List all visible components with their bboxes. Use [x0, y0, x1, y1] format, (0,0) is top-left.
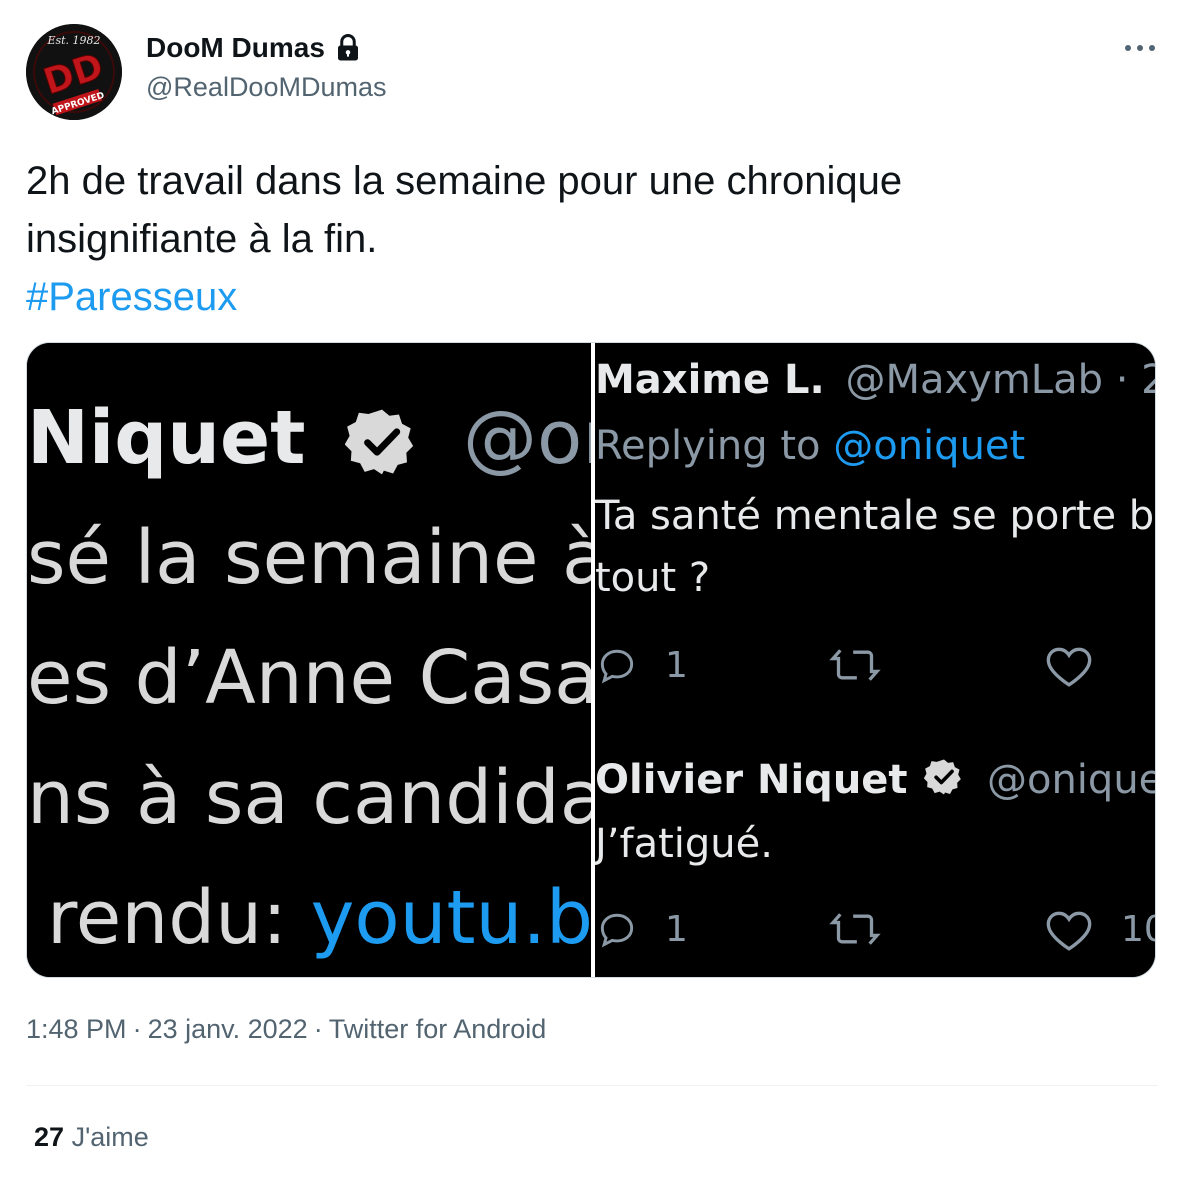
verified-badge-icon — [345, 410, 414, 475]
heart-icon — [1046, 911, 1092, 951]
reply2-name: Olivier Niquet — [595, 757, 908, 803]
tweet-date[interactable]: 23 janv. 2022 — [148, 1014, 308, 1044]
media-image-right[interactable]: Maxime L. @MaxymLab · 2h Replying to @on… — [595, 343, 1156, 977]
reply2-handle: @oniquet · — [986, 757, 1155, 803]
meta-separator: · — [132, 1014, 142, 1044]
retweet-icon — [829, 913, 881, 945]
avatar-text-top: Est. 1982 — [46, 34, 100, 47]
verified-badge-icon — [924, 759, 962, 795]
meta-separator: · — [313, 1014, 323, 1044]
author-handle[interactable]: @RealDooMDumas — [146, 72, 386, 103]
lock-icon — [337, 34, 358, 61]
avatar[interactable]: Est. 1982 DD APPROVED — [26, 24, 122, 120]
reply2-reply-count: 1 — [665, 909, 688, 950]
reply2-text: J’fatigué. — [595, 821, 773, 867]
more-button[interactable] — [1118, 30, 1162, 66]
screenshot-line-1: sé la semaine à — [27, 515, 591, 601]
heart-icon — [1046, 647, 1092, 687]
avatar-logo-icon: Est. 1982 DD APPROVED — [26, 24, 122, 120]
reply2-like-count: 10 — [1121, 909, 1155, 950]
tweet-time[interactable]: 1:48 PM — [26, 1014, 127, 1044]
reply-icon — [600, 649, 634, 684]
retweet-icon — [829, 649, 881, 681]
reply1-replying-prefix: Replying to — [595, 423, 834, 469]
tweet-text-line-1: 2h de travail dans la semaine pour une c… — [26, 159, 903, 203]
tweet-text: 2h de travail dans la semaine pour une c… — [26, 152, 1146, 326]
likes-count: 27 — [34, 1122, 65, 1152]
screenshot-line-4-prefix: rendu: — [47, 875, 311, 961]
author-name[interactable]: DooM Dumas — [146, 32, 363, 64]
screenshot-line-3: ns à sa candida — [27, 755, 591, 841]
reply-icon — [600, 913, 634, 948]
reply1-reply-count: 1 — [665, 645, 688, 686]
more-icon — [1125, 45, 1155, 51]
reply1-replying-handle: @oniquet — [833, 423, 1026, 469]
tweet-meta: 1:48 PM · 23 janv. 2022 · Twitter for Androi… — [26, 1014, 546, 1045]
likes-label: J'aime — [71, 1122, 149, 1152]
media-image-left[interactable]: Niquet @on sé la semaine à es d’Anne Cas… — [27, 343, 591, 977]
author-name-text: DooM Dumas — [146, 32, 325, 63]
screenshot-name-fragment: Niquet — [27, 395, 306, 481]
divider — [26, 1085, 1158, 1086]
tweet: Est. 1982 DD APPROVED DooM Dumas @RealDo… — [0, 0, 1188, 1184]
reply1-name: Maxime L. — [595, 357, 825, 403]
screenshot-line-2: es d’Anne Casa — [27, 635, 591, 721]
tweet-text-line-2: insignifiante à la fin. — [26, 217, 378, 261]
tweet-source[interactable]: Twitter for Android — [329, 1014, 547, 1044]
tweet-media[interactable]: Niquet @on sé la semaine à es d’Anne Cas… — [26, 342, 1156, 978]
screenshot-link: youtu.b — [310, 875, 591, 961]
hashtag-link[interactable]: #Paresseux — [26, 268, 1146, 326]
reply1-text-line-2: tout ? — [595, 555, 711, 601]
screenshot-handle-fragment: @on — [463, 395, 591, 481]
likes-count-link[interactable]: 27 J'aime — [34, 1122, 149, 1153]
reply1-handle-time: @MaxymLab · 2h — [845, 357, 1155, 403]
reply1-text-line-1: Ta santé mentale se porte bi — [595, 493, 1156, 539]
